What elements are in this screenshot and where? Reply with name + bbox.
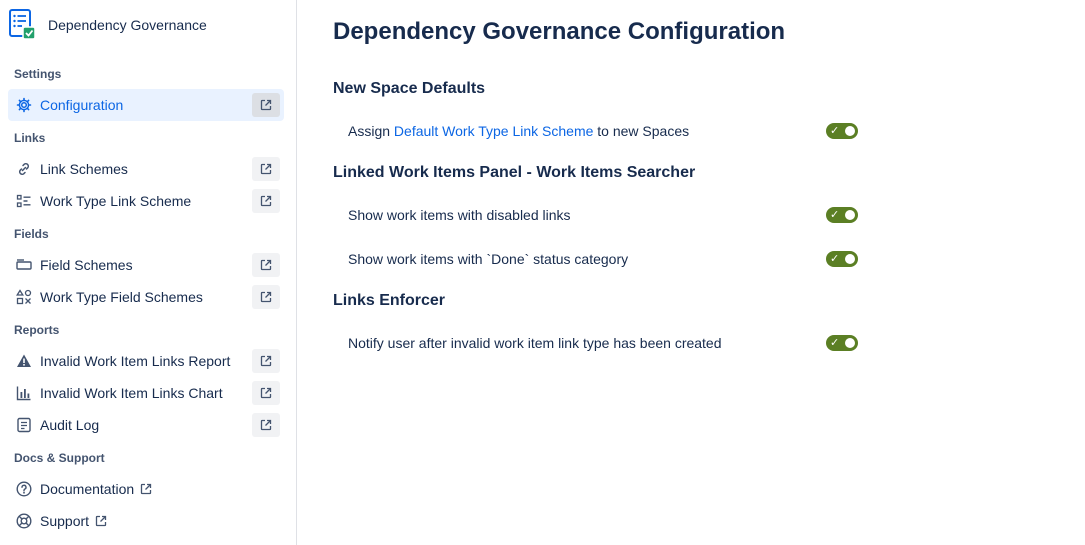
disabled-links-toggle[interactable]: ✓ (826, 207, 858, 223)
app-title: Dependency Governance (48, 17, 207, 33)
app-header[interactable]: Dependency Governance (8, 8, 207, 42)
sidebar-item-field-schemes[interactable]: Field Schemes (8, 249, 284, 281)
toggle-knob (845, 254, 855, 264)
open-external-icon[interactable] (252, 285, 280, 309)
setting-label: Notify user after invalid work item link… (348, 335, 722, 351)
sidebar-item-invalid-links-report[interactable]: Invalid Work Item Links Report (8, 345, 284, 377)
sidebar-item-label: Invalid Work Item Links Report (40, 353, 231, 369)
setting-row-assign-scheme: Assign Default Work Type Link Scheme to … (348, 120, 858, 142)
section-label-fields: Fields (14, 227, 49, 241)
sidebar-item-label: Support (40, 513, 90, 529)
shapes-icon (16, 289, 32, 305)
setting-label: Show work items with `Done` status categ… (348, 251, 629, 267)
sidebar-item-invalid-links-chart[interactable]: Invalid Work Item Links Chart (8, 377, 284, 409)
check-icon: ✓ (830, 337, 840, 349)
open-external-icon[interactable] (252, 381, 280, 405)
open-external-icon[interactable] (252, 189, 280, 213)
open-external-icon[interactable] (252, 157, 280, 181)
section-label-settings: Settings (14, 67, 62, 81)
sidebar-item-label: Field Schemes (40, 257, 133, 273)
lifebuoy-icon (16, 513, 32, 529)
open-external-icon[interactable] (95, 515, 107, 527)
check-icon: ✓ (830, 209, 840, 221)
done-status-toggle[interactable]: ✓ (826, 251, 858, 267)
section-label-links: Links (14, 131, 46, 145)
sidebar-item-link-schemes[interactable]: Link Schemes (8, 153, 284, 185)
list-icon (16, 193, 32, 209)
sidebar-item-configuration[interactable]: Configuration (8, 89, 284, 121)
setting-label-prefix: Assign (348, 123, 391, 139)
sidebar-item-label: Configuration (40, 97, 124, 113)
page-title: Dependency Governance Configuration (333, 18, 786, 45)
question-circle-icon (16, 481, 32, 497)
sidebar-item-label: Work Type Link Scheme (40, 193, 192, 209)
sidebar-item-support[interactable]: Support (8, 505, 284, 537)
sidebar-item-documentation[interactable]: Documentation (8, 473, 284, 505)
setting-row-done-status: Show work items with `Done` status categ… (348, 248, 858, 270)
bar-chart-icon (16, 385, 32, 401)
sidebar-item-audit-log[interactable]: Audit Log (8, 409, 284, 441)
warning-icon (16, 353, 32, 369)
section-label-docs: Docs & Support (14, 451, 105, 465)
sidebar-item-work-type-link-scheme[interactable]: Work Type Link Scheme (8, 185, 284, 217)
sidebar-item-label: Invalid Work Item Links Chart (40, 385, 223, 401)
sidebar-item-label: Link Schemes (40, 161, 128, 177)
open-external-icon[interactable] (252, 93, 280, 117)
toggle-knob (845, 338, 855, 348)
open-external-icon[interactable] (140, 483, 152, 495)
section-label-reports: Reports (14, 323, 60, 337)
section-title-links-enforcer: Links Enforcer (333, 292, 446, 309)
setting-row-disabled-links: Show work items with disabled links ✓ (348, 204, 858, 226)
assign-scheme-toggle[interactable]: ✓ (826, 123, 858, 139)
gear-icon (16, 97, 32, 113)
main-content: Dependency Governance Configuration New … (297, 0, 1085, 545)
notify-user-toggle[interactable]: ✓ (826, 335, 858, 351)
sidebar-item-label: Work Type Field Schemes (40, 289, 203, 305)
setting-label: Assign Default Work Type Link Scheme to … (348, 123, 689, 139)
check-icon: ✓ (830, 253, 840, 265)
check-icon: ✓ (830, 125, 840, 137)
section-title-panel-searcher: Linked Work Items Panel - Work Items Sea… (333, 164, 696, 181)
setting-row-notify-user: Notify user after invalid work item link… (348, 332, 858, 354)
text-field-icon (16, 257, 32, 273)
app-logo-icon (9, 9, 36, 40)
link-icon (16, 161, 32, 177)
document-icon (16, 417, 32, 433)
toggle-knob (845, 126, 855, 136)
setting-label-suffix: to new Spaces (597, 123, 690, 139)
open-external-icon[interactable] (252, 349, 280, 373)
default-link-scheme-link[interactable]: Default Work Type Link Scheme (394, 123, 593, 139)
open-external-icon[interactable] (252, 413, 280, 437)
section-title-new-space-defaults: New Space Defaults (333, 80, 486, 97)
sidebar: Dependency Governance Settings Configura… (0, 0, 297, 545)
sidebar-item-work-type-field-schemes[interactable]: Work Type Field Schemes (8, 281, 284, 313)
toggle-knob (845, 210, 855, 220)
sidebar-item-label: Audit Log (40, 417, 100, 433)
open-external-icon[interactable] (252, 253, 280, 277)
setting-label: Show work items with disabled links (348, 207, 571, 223)
sidebar-item-label: Documentation (40, 481, 135, 497)
